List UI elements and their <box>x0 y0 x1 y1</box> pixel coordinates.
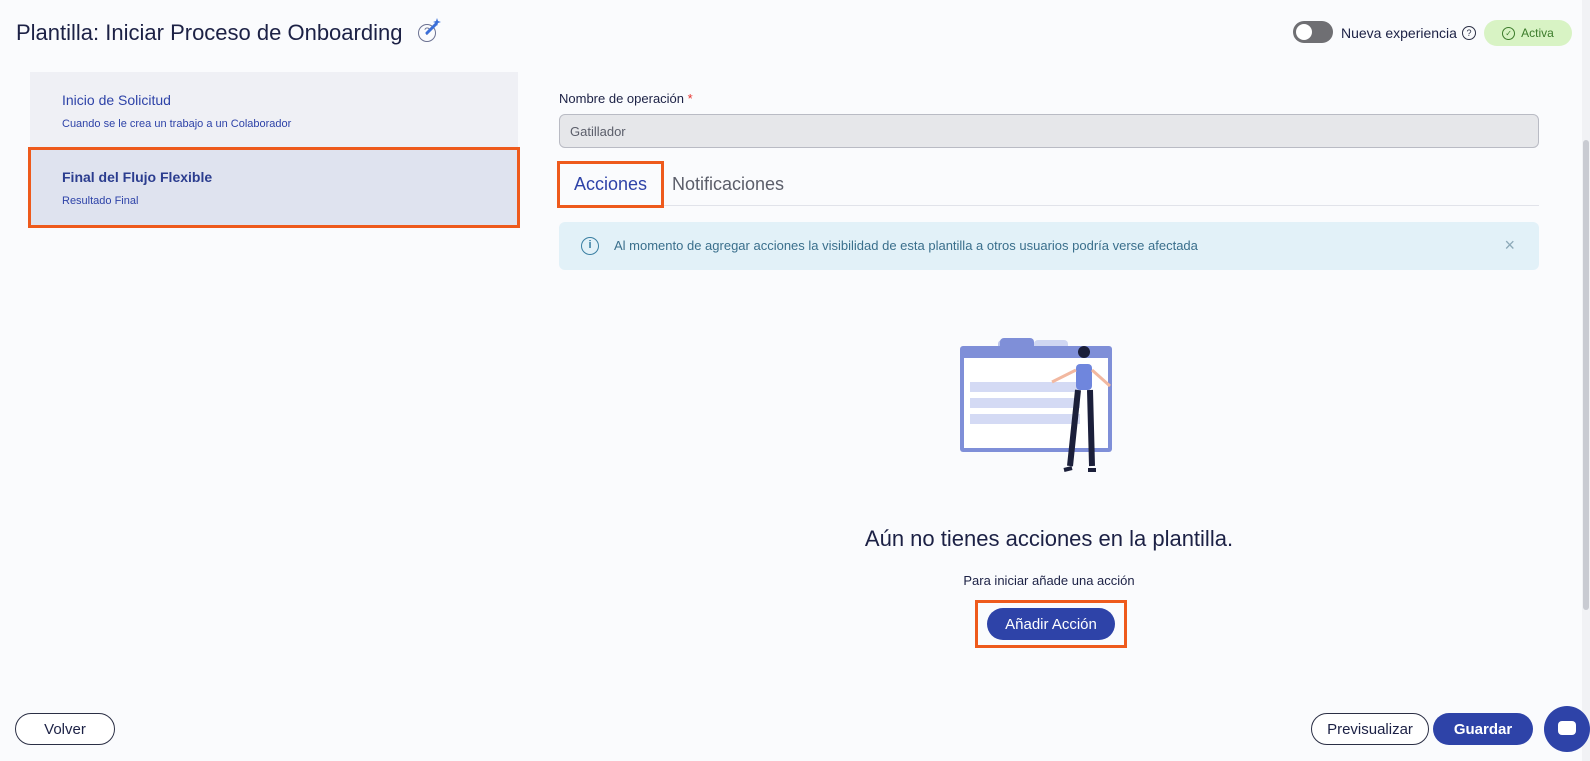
step-subtitle: Resultado Final <box>62 195 139 207</box>
operation-name-label-text: Nombre de operación <box>559 91 685 106</box>
tab-notificaciones[interactable]: Notificaciones <box>672 163 784 206</box>
save-button[interactable]: Guardar <box>1433 713 1533 745</box>
step-item-final-flujo[interactable]: Final del Flujo Flexible Resultado Final <box>28 147 520 228</box>
required-mark: * <box>687 91 693 106</box>
check-circle-icon: ✓ <box>1502 26 1516 40</box>
operation-name-label: Nombre de operación * <box>559 91 693 106</box>
header: Plantilla: Iniciar Proceso de Onboarding… <box>0 0 1590 66</box>
empty-state-illustration <box>960 338 1112 472</box>
status-badge: ✓ Activa <box>1484 20 1572 46</box>
empty-state-title: Aún no tienes acciones en la plantilla. <box>864 526 1234 551</box>
alert-text: Al momento de agregar acciones la visibi… <box>614 238 1198 253</box>
add-action-button[interactable]: Añadir Acción <box>987 608 1115 640</box>
status-label: Activa <box>1521 26 1554 40</box>
chat-button[interactable] <box>1544 706 1590 752</box>
steps-list: Inicio de Solicitud Cuando se le crea un… <box>28 72 520 228</box>
toggle-knob <box>1296 24 1312 40</box>
new-experience-label: Nueva experiencia <box>1341 25 1457 41</box>
step-title: Inicio de Solicitud <box>62 92 171 108</box>
info-alert: i Al momento de agregar acciones la visi… <box>559 222 1539 270</box>
step-item-inicio-solicitud[interactable]: Inicio de Solicitud Cuando se le crea un… <box>30 72 518 149</box>
magic-wand-icon[interactable] <box>424 16 444 36</box>
close-icon[interactable]: × <box>1504 235 1515 256</box>
operation-name-input[interactable] <box>559 114 1539 148</box>
tab-acciones[interactable]: Acciones <box>557 161 664 208</box>
chat-icon <box>1558 721 1576 735</box>
step-title: Final del Flujo Flexible <box>62 169 213 185</box>
scrollbar-thumb[interactable] <box>1583 140 1589 610</box>
step-subtitle: Cuando se le crea un trabajo a un Colabo… <box>62 118 292 130</box>
scrollbar[interactable] <box>1582 0 1590 761</box>
info-icon: i <box>581 237 599 255</box>
preview-button[interactable]: Previsualizar <box>1311 713 1429 745</box>
empty-state-subtitle: Para iniciar añade una acción <box>963 573 1135 588</box>
tabs: Acciones Notificaciones <box>557 161 1539 208</box>
add-action-highlight: Añadir Acción <box>975 600 1127 648</box>
new-experience-toggle[interactable] <box>1293 21 1333 43</box>
new-experience-help-icon[interactable]: ? <box>1462 26 1476 40</box>
page-title: Plantilla: Iniciar Proceso de Onboarding <box>16 20 403 45</box>
back-button[interactable]: Volver <box>15 713 115 745</box>
